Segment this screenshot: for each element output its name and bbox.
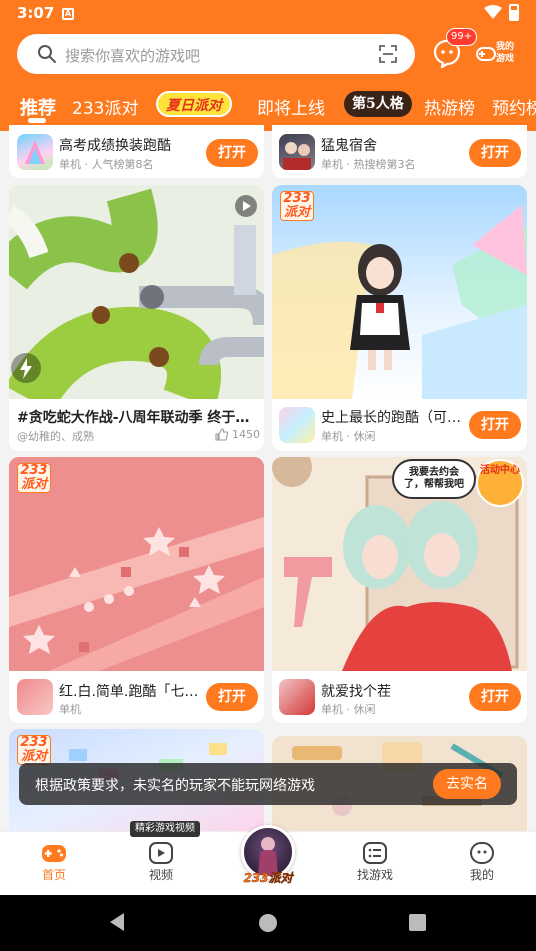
- nav-profile-label: 我的: [469, 868, 494, 882]
- open-button[interactable]: 打开: [469, 411, 521, 439]
- wifi-icon: [484, 5, 502, 19]
- recent-apps-icon[interactable]: [409, 914, 426, 931]
- search-input[interactable]: 搜索你喜欢的游戏吧: [17, 34, 415, 74]
- gamepad-icon: [42, 845, 66, 862]
- verify-realname-button[interactable]: 去实名: [433, 769, 501, 799]
- video-card[interactable]: #贪吃蛇大作战-八周年联动季 终于翻身… @幼稚的、成熟 1450: [9, 185, 264, 451]
- video-author: @幼稚的、成熟: [17, 430, 94, 443]
- lightning-icon: [11, 353, 41, 383]
- game-icon: [279, 134, 315, 170]
- realname-toast: 根据政策要求，未实名的玩家不能玩网络游戏 去实名: [19, 763, 517, 805]
- video-title: #贪吃蛇大作战-八周年联动季 终于翻身…: [17, 410, 262, 426]
- search-icon: [38, 45, 56, 63]
- tab-identity-v[interactable]: 第5人格: [344, 91, 412, 117]
- tab-summer-party[interactable]: 夏日派对: [156, 91, 232, 117]
- top-header: 3:07 A 搜索你喜欢的游戏吧 99+ 我的游戏 推荐 233派对 夏日派对 …: [0, 0, 536, 131]
- open-button[interactable]: 打开: [206, 139, 258, 167]
- toast-message: 根据政策要求，未实名的玩家不能玩网络游戏: [35, 778, 315, 794]
- thumbs-up-icon[interactable]: [215, 428, 228, 441]
- my-games-label: 我的游戏: [496, 42, 515, 64]
- game-meta: 单机: [59, 703, 81, 716]
- game-name: 红.白.简单.跑酷「七夕…: [59, 684, 201, 700]
- nav-party-label[interactable]: 233派对: [238, 869, 298, 886]
- game-icon: [279, 407, 315, 443]
- game-thumbnail: 我要去约会了，帮帮我吧 活动中心: [272, 457, 527, 671]
- profile-icon: [470, 842, 494, 864]
- my-games-button[interactable]: 我的游戏: [476, 38, 520, 70]
- tab-233-party[interactable]: 233派对: [72, 94, 138, 119]
- home-icon[interactable]: [259, 914, 277, 932]
- game-card[interactable]: 猛鬼宿舍 单机 · 热搜榜第3名 打开: [272, 125, 527, 178]
- game-name: 史上最长的跑酷（可飞…: [321, 410, 461, 426]
- nav-find-games-label: 找游戏: [356, 868, 393, 882]
- open-button[interactable]: 打开: [206, 683, 258, 711]
- back-icon[interactable]: [110, 913, 124, 931]
- video-tip: 精彩游戏视频: [130, 821, 200, 837]
- nav-video[interactable]: 视频: [131, 842, 191, 883]
- category-tabs: 推荐 233派对 夏日派对 即将上线 第5人格 热游榜 预约榜: [0, 86, 536, 126]
- game-thumbnail: 233派对: [9, 457, 264, 671]
- game-name: 就爱找个茬: [321, 684, 391, 700]
- game-meta: 单机 · 人气榜第8名: [59, 158, 154, 171]
- tab-coming-soon[interactable]: 即将上线: [257, 94, 325, 119]
- video-thumbnail: [9, 185, 264, 399]
- speech-bubble: 我要去约会了，帮帮我吧: [392, 459, 476, 499]
- nav-home[interactable]: 首页: [24, 842, 84, 883]
- game-name: 猛鬼宿舍: [321, 138, 377, 154]
- game-icon: [279, 679, 315, 715]
- tab-hot-games[interactable]: 热游榜: [424, 94, 475, 119]
- video-icon: [149, 842, 173, 864]
- event-center-badge[interactable]: 活动中心: [476, 459, 524, 507]
- game-card[interactable]: 高考成绩换装跑酷 单机 · 人气榜第8名 打开: [9, 125, 264, 178]
- battery-icon: [509, 4, 519, 21]
- game-meta: 单机 · 热搜榜第3名: [321, 158, 416, 171]
- tab-reserve[interactable]: 预约榜: [492, 94, 536, 119]
- game-thumbnail: 233派对: [272, 185, 527, 399]
- nav-profile[interactable]: 我的: [452, 842, 512, 883]
- open-button[interactable]: 打开: [469, 683, 521, 711]
- game-meta: 单机 · 休闲: [321, 703, 376, 716]
- notification-icon: A: [62, 8, 74, 20]
- party-badge: 233派对: [17, 463, 51, 495]
- game-name: 高考成绩换装跑酷: [59, 138, 171, 154]
- nav-home-label: 首页: [41, 868, 66, 882]
- game-icon: [17, 679, 53, 715]
- app-screen: 3:07 A 搜索你喜欢的游戏吧 99+ 我的游戏 推荐 233派对 夏日派对 …: [0, 0, 536, 951]
- status-time: 3:07: [17, 4, 55, 22]
- game-card[interactable]: 233派对 史上最长的跑酷（可飞… 单机 · 休闲 打开: [272, 185, 527, 451]
- scan-icon[interactable]: [378, 44, 398, 64]
- video-likes: 1450: [232, 428, 260, 441]
- game-icon: [17, 134, 53, 170]
- message-badge: 99+: [446, 28, 478, 46]
- tab-recommend[interactable]: 推荐: [20, 94, 56, 120]
- system-nav-bar: [0, 895, 536, 951]
- nav-find-games[interactable]: 找游戏: [345, 842, 405, 883]
- open-button[interactable]: 打开: [469, 139, 521, 167]
- game-meta: 单机 · 休闲: [321, 430, 376, 443]
- game-card[interactable]: 233派对 红.白.简单.跑酷「七夕… 单机 打开: [9, 457, 264, 723]
- controller-icon: [476, 47, 496, 61]
- tab-indicator: [28, 118, 46, 123]
- nav-video-label: 视频: [148, 868, 173, 882]
- list-icon: [363, 842, 387, 864]
- search-placeholder: 搜索你喜欢的游戏吧: [65, 47, 201, 65]
- game-card[interactable]: 我要去约会了，帮帮我吧 活动中心 就爱找个茬 单机 · 休闲 打开: [272, 457, 527, 723]
- status-bar: 3:07 A: [0, 0, 536, 28]
- party-badge: 233派对: [280, 191, 314, 223]
- play-icon[interactable]: [235, 195, 257, 217]
